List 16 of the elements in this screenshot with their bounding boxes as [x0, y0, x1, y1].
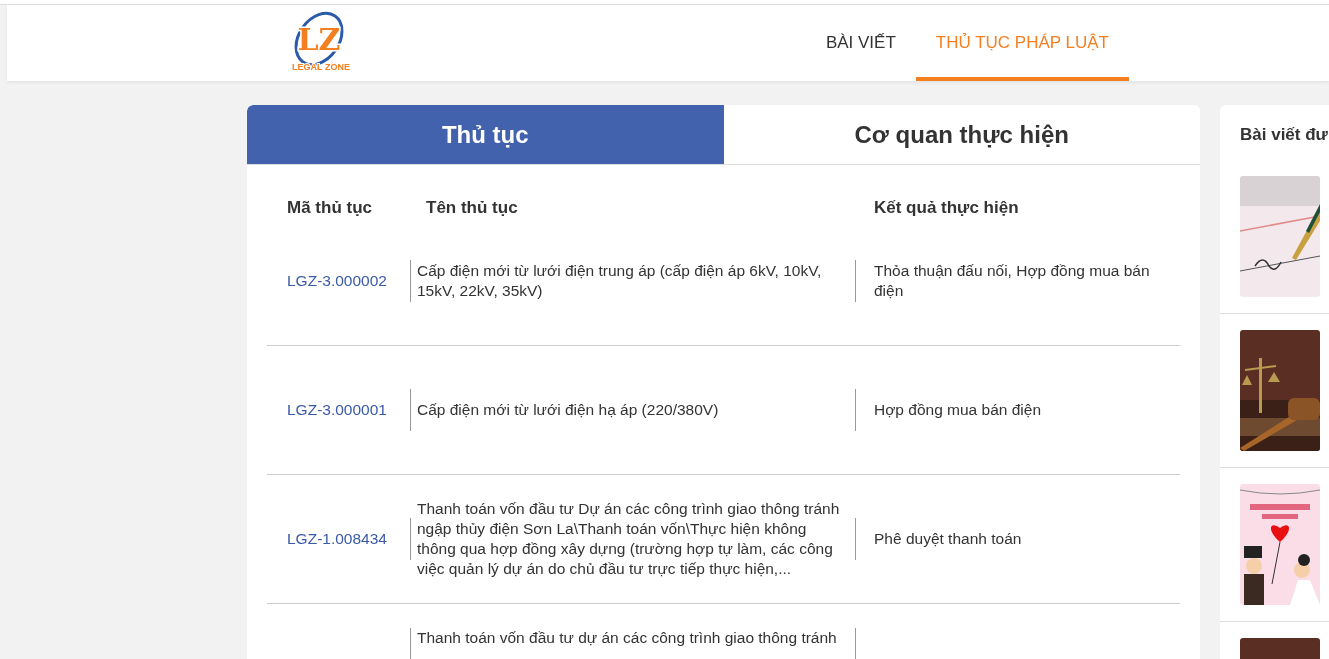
sidebar-title: Bài viết đư — [1239, 124, 1329, 146]
procedure-name: Thanh toán vốn đầu tư dự án các công trình giao thông tránh — [417, 629, 837, 646]
procedure-result: Phê duyệt thanh toán — [874, 530, 1022, 547]
procedure-name: Cấp điện mới từ lưới điện hạ áp (220/380V) — [417, 401, 719, 418]
procedure-name: Cấp điện mới từ lưới điện trung áp (cấp điện áp 6kV, 10kV, 15kV, 22kV, 35kV) — [417, 262, 822, 299]
procedure-result: Hợp đồng mua bán điện — [874, 401, 1041, 418]
procedure-code-link[interactable]: LGZ-3.000001 — [287, 401, 387, 418]
tab[interactable]: Thủ tục — [247, 105, 724, 165]
procedure-code-link[interactable]: LGZ-1.008434 — [287, 530, 387, 547]
procedure-result: Thỏa thuận đấu nối, Hợp đồng mua bán điện — [874, 262, 1150, 299]
procedure-code-link[interactable]: LGZ-3.000002 — [287, 272, 387, 289]
column-header: Tên thủ tục — [426, 198, 518, 217]
column-header: Mã thủ tục — [287, 198, 372, 217]
nav-link[interactable]: BÀI VIẾT — [805, 5, 916, 81]
column-header: Kết quả thực hiện — [874, 198, 1019, 217]
procedure-name: Thanh toán vốn đầu tư Dự án các công trình giao thông tránh ngập thủy điện Sơn La\Thanh toán vốn\Thực hiện không thông qua hợp đồng xây dựng (trường hợp tự làm, các công việc quản lý dự án do chủ đầu tư trực tiếp thực hiện,... — [417, 500, 840, 577]
